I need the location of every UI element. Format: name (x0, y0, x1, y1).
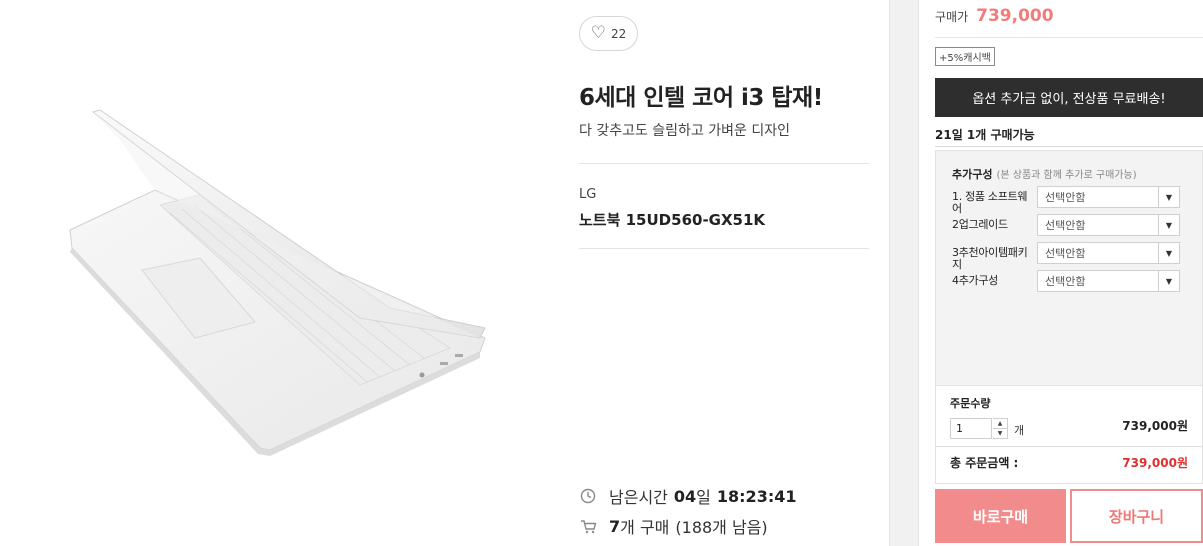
laptop-product-image (69, 109, 486, 456)
purchase-limit: 21일 1개 구매가능 (935, 128, 1035, 142)
product-info: ♡ 22 6세대 인텔 코어 i3 탑재! 다 갖추고도 슬림하고 가벼운 디자… (579, 0, 871, 546)
quantity-subtotal: 739,000원 (1122, 419, 1188, 433)
clock-icon (579, 487, 597, 505)
timer-clock: 18:23:41 (716, 486, 797, 506)
option-select-package[interactable]: 선택안함 ▼ (1037, 242, 1180, 264)
dropdown-arrow-icon[interactable]: ▼ (1158, 215, 1179, 235)
purchase-count-unit: 개 구매 (620, 518, 670, 537)
option-row: 4추가구성 선택안함 ▼ (952, 270, 1184, 294)
product-subtitle: 다 갖추고도 슬림하고 가벼운 디자인 (579, 123, 790, 139)
option-select-value: 선택안함 (1045, 275, 1086, 288)
quantity-unit: 개 (1014, 424, 1025, 437)
timer-days: 04 (673, 486, 697, 506)
option-label: 2업그레이드 (952, 218, 1008, 231)
quantity-input[interactable]: 1 (950, 418, 992, 439)
cashback-badge: +5%캐시백 (935, 47, 995, 66)
dropdown-arrow-icon[interactable]: ▼ (1158, 187, 1179, 207)
option-label: 1. 정품 소프트웨어 (952, 190, 1028, 215)
spinner-up-icon[interactable]: ▲ (993, 419, 1007, 429)
product-headline: 6세대 인텔 코어 i3 탑재! (579, 85, 823, 111)
divider (936, 446, 1202, 447)
free-shipping-banner: 옵션 추가금 없이, 전상품 무료배송! (935, 78, 1203, 117)
like-count: 22 (610, 26, 627, 41)
quantity-section: 주문수량 1 ▲ ▼ 개 739,000원 총 주문금액 : 739,000원 (935, 386, 1203, 484)
product-brand: LG (579, 187, 597, 202)
divider (579, 248, 869, 249)
option-label: 3추천아이템패키지 (952, 246, 1028, 271)
divider (935, 146, 1203, 147)
additional-options: 추가구성 (본 상품과 함께 추가로 구매가능) 1. 정품 소프트웨어 선택안함… (935, 150, 1203, 386)
option-row: 2업그레이드 선택안함 ▼ (952, 214, 1184, 238)
heart-icon: ♡ (590, 23, 606, 43)
product-model: 노트북 15UD560-GX51K (579, 211, 766, 229)
remaining-time: 남은시간 04 일 18:23:41 (579, 484, 796, 508)
option-row: 3추천아이템패키지 선택안함 ▼ (952, 242, 1184, 271)
price-value: 739,000 (976, 6, 1054, 26)
divider (579, 163, 869, 164)
quantity-label: 주문수량 (950, 397, 991, 410)
total-label: 총 주문금액 : (950, 456, 1019, 470)
divider (935, 37, 1203, 38)
timer-days-unit: 일 (696, 488, 711, 507)
column-divider (889, 0, 919, 546)
option-select-software[interactable]: 선택안함 ▼ (1037, 186, 1180, 208)
options-note: (본 상품과 함께 추가로 구매가능) (996, 170, 1137, 181)
price-row: 구매가 739,000 (935, 6, 1054, 26)
options-title: 추가구성 (952, 168, 993, 181)
cart-icon (579, 517, 597, 535)
purchase-count: 7 개 구매 (188개 남음) (579, 514, 768, 538)
add-to-cart-button[interactable]: 장바구니 (1070, 489, 1203, 543)
options-header: 추가구성 (본 상품과 함께 추가로 구매가능) (952, 166, 1137, 182)
dropdown-arrow-icon[interactable]: ▼ (1158, 271, 1179, 291)
timer-label: 남은시간 (609, 488, 668, 507)
total-value: 739,000원 (1122, 456, 1188, 470)
option-select-value: 선택안함 (1045, 247, 1086, 260)
option-select-extra[interactable]: 선택안함 ▼ (1037, 270, 1180, 292)
spinner-down-icon[interactable]: ▼ (993, 429, 1007, 438)
quantity-stepper: ▲ ▼ (993, 418, 1008, 439)
like-button[interactable]: ♡ 22 (579, 16, 638, 51)
remaining-stock: (188개 남음) (675, 518, 768, 537)
option-select-value: 선택안함 (1045, 219, 1086, 232)
option-label: 4추가구성 (952, 274, 998, 287)
product-image-area (0, 0, 560, 546)
purchase-panel: 구매가 739,000 +5%캐시백 옵션 추가금 없이, 전상품 무료배송! … (935, 0, 1203, 546)
option-select-upgrade[interactable]: 선택안함 ▼ (1037, 214, 1180, 236)
option-select-value: 선택안함 (1045, 191, 1086, 204)
dropdown-arrow-icon[interactable]: ▼ (1158, 243, 1179, 263)
purchase-count-value: 7 (609, 516, 621, 536)
price-label: 구매가 (935, 10, 969, 24)
option-row: 1. 정품 소프트웨어 선택안함 ▼ (952, 186, 1184, 215)
product-page: ♡ 22 6세대 인텔 코어 i3 탑재! 다 갖추고도 슬림하고 가벼운 디자… (0, 0, 1203, 546)
buy-now-button[interactable]: 바로구매 (935, 489, 1066, 543)
